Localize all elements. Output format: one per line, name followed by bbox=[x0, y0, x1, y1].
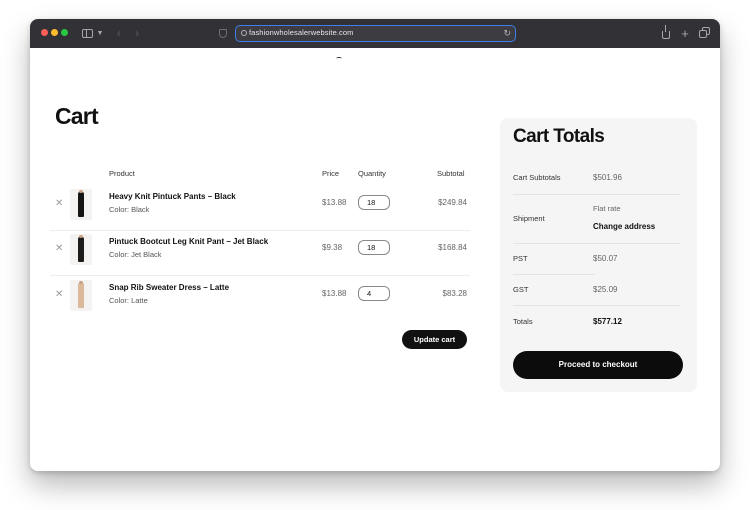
row-subtotal: $168.84 bbox=[438, 243, 467, 252]
browser-toolbar: ▼ ‹ › fashionwholesalerwebsite.com ↻ + bbox=[30, 19, 720, 48]
cart-row: ✕ Heavy Knit Pintuck Pants – Black Color… bbox=[50, 185, 470, 230]
shipment-label: Shipment bbox=[513, 214, 545, 223]
totals-divider bbox=[513, 194, 680, 195]
shipment-method: Flat rate bbox=[593, 204, 621, 213]
gst-label: GST bbox=[513, 285, 529, 294]
quantity-input[interactable]: 18 bbox=[358, 240, 390, 255]
forward-arrow-icon[interactable]: › bbox=[132, 26, 142, 40]
proceed-to-checkout-button[interactable]: Proceed to checkout bbox=[513, 351, 683, 379]
cart-subtotal-label: Cart Subtotals bbox=[513, 173, 561, 182]
column-header-quantity: Quantity bbox=[358, 169, 386, 178]
product-name[interactable]: Snap Rib Sweater Dress – Latte bbox=[109, 283, 229, 292]
tab-overview-icon[interactable] bbox=[699, 26, 711, 40]
privacy-shield-icon[interactable] bbox=[218, 26, 228, 40]
share-icon[interactable] bbox=[661, 25, 671, 40]
product-name[interactable]: Pintuck Bootcut Leg Knit Pant – Jet Blac… bbox=[109, 237, 268, 246]
address-bar[interactable]: fashionwholesalerwebsite.com ↻ bbox=[235, 25, 516, 42]
browser-window: ▼ ‹ › fashionwholesalerwebsite.com ↻ + C… bbox=[30, 19, 720, 471]
product-price: $9.38 bbox=[322, 243, 343, 252]
row-subtotal: $249.84 bbox=[438, 198, 467, 207]
remove-item-icon[interactable]: ✕ bbox=[55, 244, 63, 254]
site-info-icon[interactable] bbox=[241, 30, 247, 36]
totals-divider bbox=[513, 243, 680, 244]
remove-item-icon[interactable]: ✕ bbox=[55, 199, 63, 209]
product-color: Color: Black bbox=[109, 205, 150, 214]
cart-totals-title: Cart Totals bbox=[513, 126, 605, 147]
product-thumbnail[interactable] bbox=[70, 234, 92, 265]
product-price: $13.88 bbox=[322, 289, 347, 298]
menu-toggle-icon[interactable] bbox=[336, 57, 342, 60]
new-tab-icon[interactable]: + bbox=[680, 26, 690, 41]
column-header-subtotal: Subtotal bbox=[437, 169, 465, 178]
totals-divider bbox=[513, 274, 595, 275]
product-thumbnail[interactable] bbox=[70, 280, 92, 311]
column-header-price: Price bbox=[322, 169, 340, 178]
product-color: Color: Latte bbox=[109, 296, 148, 305]
cart-subtotal-value: $501.96 bbox=[593, 173, 622, 182]
back-arrow-icon[interactable]: ‹ bbox=[114, 26, 124, 40]
cart-row: ✕ Pintuck Bootcut Leg Knit Pant – Jet Bl… bbox=[50, 230, 470, 275]
product-figure bbox=[78, 281, 84, 308]
cart-totals-panel: Cart Totals Cart Subtotals $501.96 Shipm… bbox=[500, 118, 697, 392]
chevron-down-icon[interactable]: ▼ bbox=[96, 26, 104, 40]
row-subtotal: $83.28 bbox=[442, 289, 467, 298]
update-cart-button[interactable]: Update cart bbox=[402, 330, 467, 349]
close-window-button[interactable] bbox=[41, 29, 48, 36]
totals-divider bbox=[513, 305, 680, 306]
page-title: Cart bbox=[55, 103, 99, 129]
cart-row: ✕ Snap Rib Sweater Dress – Latte Color: … bbox=[50, 276, 470, 321]
product-thumbnail[interactable] bbox=[70, 189, 92, 220]
product-figure bbox=[78, 190, 84, 217]
totals-value: $577.12 bbox=[593, 317, 622, 326]
product-price: $13.88 bbox=[322, 198, 347, 207]
quantity-input[interactable]: 18 bbox=[358, 195, 390, 210]
minimize-window-button[interactable] bbox=[51, 29, 58, 36]
gst-value: $25.09 bbox=[593, 285, 618, 294]
change-address-link[interactable]: Change address bbox=[593, 222, 655, 231]
product-figure bbox=[78, 235, 84, 262]
product-name[interactable]: Heavy Knit Pintuck Pants – Black bbox=[109, 192, 236, 201]
url-text: fashionwholesalerwebsite.com bbox=[249, 28, 354, 37]
pst-value: $50.07 bbox=[593, 254, 618, 263]
reload-icon[interactable]: ↻ bbox=[503, 27, 511, 39]
pst-label: PST bbox=[513, 254, 528, 263]
product-color: Color: Jet Black bbox=[109, 250, 162, 259]
quantity-input[interactable]: 4 bbox=[358, 286, 390, 301]
column-header-product: Product bbox=[109, 169, 135, 178]
remove-item-icon[interactable]: ✕ bbox=[55, 290, 63, 300]
web-page: Cart Product Price Quantity Subtotal ✕ H… bbox=[30, 48, 720, 471]
zoom-window-button[interactable] bbox=[61, 29, 68, 36]
totals-label: Totals bbox=[513, 317, 533, 326]
sidebar-icon[interactable] bbox=[81, 26, 93, 40]
